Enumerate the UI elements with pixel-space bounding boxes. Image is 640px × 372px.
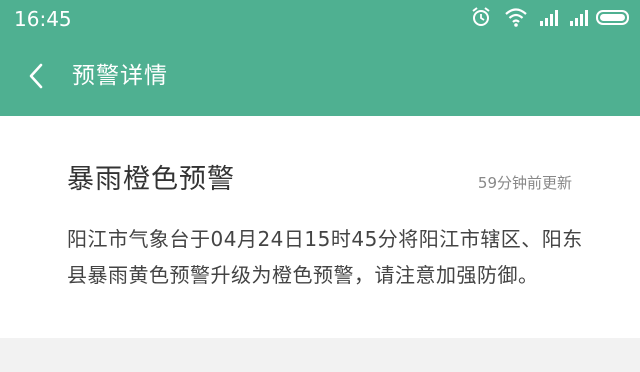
alert-title: 暴雨橙色预警 [67,164,235,195]
chevron-left-icon [29,63,43,89]
back-button[interactable] [18,56,58,96]
signal-icon [540,10,558,26]
status-icons [470,6,630,32]
status-bar: 16:45 [0,0,640,38]
status-time: 16:45 [14,7,72,31]
signal-icon-2 [570,10,588,26]
alert-updated-time: 59分钟前更新 [477,174,572,192]
alarm-icon [472,7,490,26]
battery-icon [596,10,629,25]
wifi-icon [505,8,527,27]
alert-body: 阳江市气象台于04月24日15时45分将阳江市辖区、阳东县暴雨黄色预警升级为橙色… [67,227,583,287]
alert-card: 暴雨橙色预警 59分钟前更新 阳江市气象台于04月24日15时45分将阳江市辖区… [0,116,640,338]
page-title: 预警详情 [72,63,168,89]
app-header: 预警详情 [0,38,640,116]
